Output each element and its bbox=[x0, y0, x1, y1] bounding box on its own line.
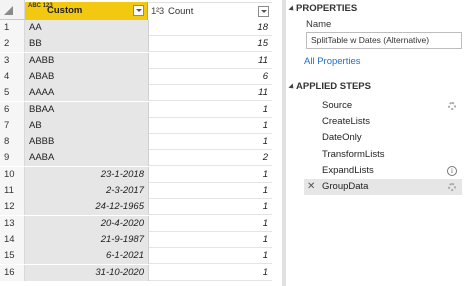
cell-custom[interactable]: 23-1-2018 bbox=[25, 166, 149, 183]
column-header-label: Count bbox=[168, 6, 194, 17]
cell-custom[interactable]: AABA bbox=[25, 150, 149, 167]
grid-corner-menu[interactable] bbox=[0, 0, 25, 20]
row-number[interactable]: 16 bbox=[0, 264, 25, 281]
row-number[interactable]: 10 bbox=[0, 166, 25, 183]
row-number[interactable]: 5 bbox=[0, 85, 25, 102]
table-menu-icon bbox=[4, 6, 13, 15]
applied-step[interactable]: Source bbox=[304, 98, 462, 114]
table-row[interactable]: 10 23-1-2018 1 bbox=[0, 166, 272, 183]
cell-custom[interactable]: BB bbox=[25, 36, 149, 53]
name-label: Name bbox=[306, 19, 332, 30]
table-row[interactable]: 16 31-10-2020 1 bbox=[0, 264, 272, 281]
data-grid: ABC 123 Custom 1²3 Count 1 AA 18 2 BB 15 3 AABB… bbox=[0, 0, 272, 281]
applied-step[interactable]: CreateLists bbox=[304, 114, 462, 130]
cell-count[interactable]: 1 bbox=[149, 134, 272, 150]
row-number[interactable]: 6 bbox=[0, 101, 25, 118]
cell-custom[interactable]: AAAA bbox=[25, 85, 149, 102]
table-row[interactable]: 4 ABAB 6 bbox=[0, 68, 272, 85]
table-row[interactable]: 1 AA 18 bbox=[0, 20, 272, 36]
row-number[interactable]: 7 bbox=[0, 117, 25, 134]
cell-custom[interactable]: 31-10-2020 bbox=[25, 264, 149, 281]
query-name-input[interactable]: SplitTable w Dates (Alternative) bbox=[306, 32, 462, 49]
query-settings-pane: PROPERTIES Name SplitTable w Dates (Alte… bbox=[288, 0, 474, 286]
cell-custom[interactable]: ABAB bbox=[25, 68, 149, 85]
table-row[interactable]: 14 21-9-1987 1 bbox=[0, 231, 272, 248]
cell-count[interactable]: 1 bbox=[149, 248, 272, 264]
applied-step-label: Source bbox=[322, 100, 353, 111]
applied-step[interactable]: TransformLists bbox=[304, 147, 462, 163]
cell-count[interactable]: 1 bbox=[149, 118, 272, 134]
gear-icon[interactable] bbox=[448, 183, 456, 191]
info-icon[interactable]: i bbox=[447, 165, 457, 176]
applied-step-label: DateOnly bbox=[322, 132, 362, 144]
cell-count[interactable]: 1 bbox=[149, 167, 272, 183]
cell-custom[interactable]: 20-4-2020 bbox=[25, 215, 149, 232]
row-number[interactable]: 1 bbox=[0, 20, 25, 36]
collapse-caret-icon[interactable] bbox=[288, 83, 296, 91]
table-row[interactable]: 2 BB 15 bbox=[0, 36, 272, 53]
row-number[interactable]: 13 bbox=[0, 215, 25, 232]
table-row[interactable]: 5 AAAA 11 bbox=[0, 85, 272, 102]
cell-custom[interactable]: AA bbox=[25, 20, 149, 36]
applied-step[interactable]: ✕ GroupData bbox=[304, 179, 462, 195]
all-properties-link[interactable]: All Properties bbox=[304, 56, 361, 67]
cell-count[interactable]: 2 bbox=[149, 150, 272, 166]
filter-dropdown-icon[interactable] bbox=[133, 5, 144, 16]
cell-custom[interactable]: 6-1-2021 bbox=[25, 248, 149, 265]
cell-count[interactable]: 11 bbox=[149, 53, 272, 69]
table-row[interactable]: 3 AABB 11 bbox=[0, 52, 272, 69]
table-row[interactable]: 6 BBAA 1 bbox=[0, 101, 272, 118]
pane-splitter[interactable] bbox=[282, 0, 286, 286]
row-number[interactable]: 14 bbox=[0, 231, 25, 248]
properties-title: PROPERTIES bbox=[296, 3, 358, 14]
table-row[interactable]: 11 2-3-2017 1 bbox=[0, 183, 272, 199]
row-number[interactable]: 8 bbox=[0, 134, 25, 151]
cell-custom[interactable]: AABB bbox=[25, 52, 149, 69]
type-whole-number-icon[interactable]: 1²3 bbox=[151, 6, 164, 17]
cell-custom[interactable]: 2-3-2017 bbox=[25, 183, 149, 199]
table-row[interactable]: 13 20-4-2020 1 bbox=[0, 215, 272, 232]
row-number[interactable]: 2 bbox=[0, 36, 25, 53]
cell-custom[interactable]: BBAA bbox=[25, 101, 149, 118]
applied-step-label: GroupData bbox=[322, 181, 369, 192]
cell-count[interactable]: 6 bbox=[149, 69, 272, 85]
applied-step[interactable]: ExpandLists i bbox=[304, 163, 462, 179]
applied-step-label: CreateLists bbox=[322, 116, 371, 128]
filter-dropdown-icon[interactable] bbox=[258, 6, 269, 17]
row-number[interactable]: 12 bbox=[0, 199, 25, 216]
cell-count[interactable]: 1 bbox=[149, 232, 272, 248]
cell-custom[interactable]: ABBB bbox=[25, 134, 149, 151]
table-row[interactable]: 7 AB 1 bbox=[0, 117, 272, 134]
cell-count[interactable]: 1 bbox=[149, 183, 272, 199]
applied-step-label: TransformLists bbox=[322, 148, 385, 160]
row-number[interactable]: 9 bbox=[0, 150, 25, 167]
table-row[interactable]: 12 24-12-1965 1 bbox=[0, 199, 272, 216]
cell-count[interactable]: 1 bbox=[149, 216, 272, 232]
cell-count[interactable]: 18 bbox=[149, 20, 272, 36]
applied-step[interactable]: DateOnly bbox=[304, 130, 462, 146]
cell-custom[interactable]: 21-9-1987 bbox=[25, 231, 149, 248]
applied-steps-title: APPLIED STEPS bbox=[296, 81, 371, 92]
column-header-count[interactable]: 1²3 Count bbox=[149, 2, 272, 20]
gear-icon[interactable] bbox=[448, 102, 456, 110]
applied-step-label: ExpandLists bbox=[322, 164, 374, 176]
cell-count[interactable]: 1 bbox=[149, 199, 272, 215]
column-header-label: Custom bbox=[47, 5, 83, 16]
collapse-caret-icon[interactable] bbox=[288, 5, 296, 13]
column-header-custom[interactable]: ABC 123 Custom bbox=[25, 2, 148, 20]
cell-count[interactable]: 1 bbox=[149, 265, 272, 281]
row-number[interactable]: 4 bbox=[0, 68, 25, 85]
table-row[interactable]: 8 ABBB 1 bbox=[0, 134, 272, 151]
table-row[interactable]: 15 6-1-2021 1 bbox=[0, 248, 272, 265]
row-number[interactable]: 3 bbox=[0, 52, 25, 69]
table-row[interactable]: 9 AABA 2 bbox=[0, 150, 272, 167]
cell-count[interactable]: 15 bbox=[149, 36, 272, 52]
row-number[interactable]: 11 bbox=[0, 183, 25, 199]
cell-count[interactable]: 1 bbox=[149, 102, 272, 118]
delete-step-icon[interactable]: ✕ bbox=[307, 179, 315, 195]
cell-custom[interactable]: 24-12-1965 bbox=[25, 199, 149, 216]
row-number[interactable]: 15 bbox=[0, 248, 25, 265]
cell-count[interactable]: 11 bbox=[149, 85, 272, 101]
cell-custom[interactable]: AB bbox=[25, 117, 149, 134]
